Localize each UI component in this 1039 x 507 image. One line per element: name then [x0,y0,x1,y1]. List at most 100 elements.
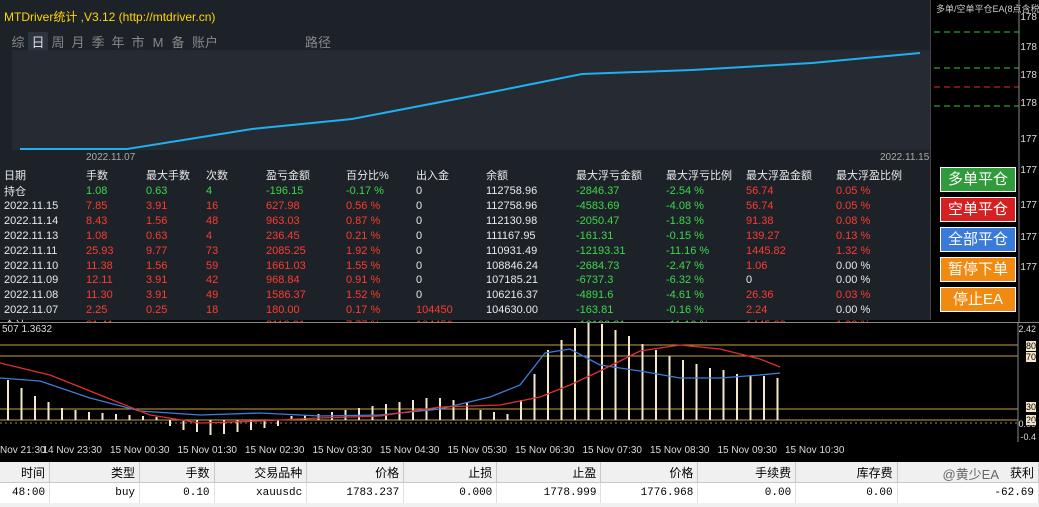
indicator-tick: 70 [1025,352,1036,362]
trade-cell: 1776.968 [600,482,699,503]
stats-cell: -4.08 % [666,200,704,213]
stats-cell: 107185.21 [486,274,538,287]
price-tick: 177 [1020,232,1037,243]
stats-cell: 56.74 [746,185,774,197]
ea-button-4[interactable]: 停止EA [940,287,1016,312]
stats-cell: 0.17 % [346,303,381,316]
stats-cell: 56.74 [746,200,774,213]
stats-row: 2022.11.08 11.30 3.91 49 1586.37 1.52 % 0 10621… [4,288,916,303]
trade-header[interactable]: 交易品种 [214,462,308,483]
price-tick: 178 [1020,12,1037,23]
stats-header: 日期 [4,170,26,182]
time-label: 15 Nov 05:30 [447,445,508,456]
stats-cell: 91.38 [746,215,774,228]
trade-header[interactable]: 价格 [600,462,699,483]
stats-cell: -0.15 % [666,229,704,242]
stats-cell: 0.03 % [836,289,871,302]
tab-4[interactable]: 季 [88,32,108,51]
stats-cell: 0 [416,259,423,272]
stats-cell: 0.91 % [346,274,381,287]
tab-2[interactable]: 周 [48,32,68,51]
equity-start-date: 2022.11.07 [86,152,136,163]
stats-cell: -2.47 % [666,259,704,272]
ea-button-1[interactable]: 空单平仓 [940,197,1016,222]
ea-button-3[interactable]: 暂停下单 [940,257,1016,282]
tab-8[interactable]: 备 [168,32,188,51]
stats-cell: 104630.00 [486,303,538,316]
price-tick: 177 [1020,165,1037,176]
trade-header[interactable]: 类型 [49,462,141,483]
watermark: @黄少EA [942,467,999,482]
stats-cell: 49 [206,289,219,302]
stats-header: 最大浮亏比例 [666,170,732,182]
stats-header: 最大浮亏金额 [576,170,642,182]
trade-cell: 0.000 [403,482,498,503]
stats-cell: -12193.31 [576,244,626,257]
stats-cell: 0.08 % [836,215,871,228]
price-tick: 177 [1020,134,1037,145]
trade-header[interactable]: 手续费 [697,462,797,483]
stats-cell: 2022.11.13 [4,229,59,242]
trade-cell: 1783.237 [306,482,405,503]
stats-cell: 1445.82 [746,244,786,257]
stats-header-row: 日期 手数 最大手数 次数 盈亏金额 百分比% 出入金 余额 最大浮亏金额 最大浮亏比例 最大浮盈金… [4,167,916,183]
trade-cell: -62.69 [897,482,1039,503]
stats-cell: 108846.24 [486,259,538,272]
stats-cell: 106216.37 [486,289,538,302]
trade-header[interactable]: 时间 [0,462,51,483]
tab-6[interactable]: 市 [128,32,148,51]
stats-cell: 48 [206,215,219,228]
stats-cell: 1586.37 [266,289,306,302]
trade-header[interactable]: 止盈 [496,462,602,483]
stats-cell: 0.63 [146,229,168,242]
mtdriver-stats-panel: MTDriver统计 ,V3.12 (http://mtdriver.cn) 综… [0,0,931,332]
stats-cell: -1.83 % [666,215,704,228]
tab-1[interactable]: 日 [28,32,48,51]
daily-stats-table: 日期 手数 最大手数 次数 盈亏金额 百分比% 出入金 余额 最大浮亏金额 最大浮亏比例 最大浮盈金… [4,167,916,333]
stats-cell: 1661.03 [266,259,306,272]
trade-header[interactable]: 手数 [139,462,215,483]
stats-header: 最大浮盈比例 [836,170,902,182]
stats-cell: 2085.25 [266,244,306,257]
equity-curve-svg [20,52,921,150]
tab-0[interactable]: 综 [8,32,28,51]
tab-7[interactable]: M [148,35,168,50]
trade-cell: 48:00 [0,482,51,503]
stats-cell: 0 [746,274,753,287]
ea-button-2[interactable]: 全部平仓 [940,227,1016,252]
stats-cell: 26.36 [746,289,774,302]
stats-cell: 2.25 [86,303,108,316]
stats-cell: 1.08 [86,229,108,242]
stats-cell: 4 [206,185,213,197]
tab-3[interactable]: 月 [68,32,88,51]
stats-cell: 3.91 [146,200,168,213]
time-label: 15 Nov 08:30 [650,445,710,456]
trade-header[interactable]: 止损 [403,462,498,483]
stats-cell: 1.52 % [346,289,381,302]
path-tab[interactable]: 路径 [305,32,331,51]
time-label: 15 Nov 00:30 [110,445,170,456]
stats-cell: 0.00 % [836,259,871,272]
trade-header[interactable]: 库存费 [795,462,898,483]
price-tick: 178 [1020,98,1037,109]
stats-row: 2022.11.07 2.25 0.25 18 180.00 0.17 % 104450 10… [4,303,916,318]
stats-cell: 2022.11.14 [4,215,59,228]
stats-cell: 持仓 [4,186,26,198]
stats-cell: 1.08 [86,185,108,197]
stats-cell: 111167.95 [486,229,536,242]
trade-header[interactable]: 价格 [306,462,405,483]
stats-cell: -2.54 % [666,185,704,197]
stats-cell: 968.84 [266,274,300,287]
stats-row: 2022.11.15 7.85 3.91 16 627.98 0.56 % 0 112758.… [4,199,916,214]
trade-row[interactable]: 48:00 buy 0.10 xauusdc 1783.237 0.000 1778.999… [0,482,1039,503]
stats-cell: 2022.11.15 [4,200,59,213]
stats-row: 2022.11.09 12.11 3.91 42 968.84 0.91 % 0 107185… [4,273,916,288]
ea-button-0[interactable]: 多单平仓 [940,167,1016,192]
stats-cell: 7.85 [86,200,108,213]
tab-5[interactable]: 年 [108,32,128,51]
stats-cell: 104450 [416,303,453,316]
tab-9[interactable]: 账户 [188,32,222,51]
time-label: 15 Nov 10:30 [785,445,845,456]
price-tick: 177 [1020,262,1037,273]
stats-cell: -161.31 [576,229,614,242]
